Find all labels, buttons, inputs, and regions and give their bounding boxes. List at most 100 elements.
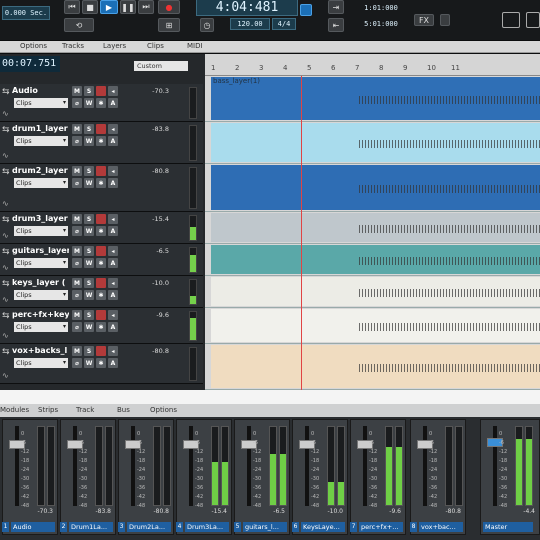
punch-button[interactable] bbox=[300, 4, 312, 16]
phase-button[interactable]: ⌀ bbox=[72, 136, 82, 146]
fx-bypass-icon[interactable]: ✱ bbox=[96, 358, 106, 368]
volume-fader[interactable] bbox=[423, 426, 427, 506]
track-header[interactable]: ⇆ keys_layer ( Clips M S ◂ ⌀ W ✱ A -10.0… bbox=[0, 276, 203, 308]
track-header[interactable]: ⇆ drum1_layer Clips M S ◂ ⌀ W ✱ A -83.8 … bbox=[0, 122, 203, 164]
strip-name[interactable]: Master bbox=[483, 522, 533, 532]
write-button[interactable]: W bbox=[84, 178, 94, 188]
strip-name[interactable]: Drum1La... bbox=[69, 522, 113, 532]
menu-midi[interactable]: MIDI bbox=[187, 42, 203, 50]
track-name[interactable]: drum1_layer bbox=[12, 124, 69, 133]
track-name[interactable]: Audio bbox=[12, 86, 69, 95]
solo-button[interactable]: S bbox=[84, 166, 94, 176]
expand-arrow-icon[interactable]: ⇆ bbox=[2, 87, 10, 97]
mixer-toggle-button[interactable] bbox=[502, 12, 520, 28]
solo-button[interactable]: S bbox=[84, 278, 94, 288]
volume-fader[interactable] bbox=[73, 426, 77, 506]
track-name[interactable]: keys_layer ( bbox=[12, 278, 69, 287]
clips-dropdown[interactable]: Clips bbox=[14, 226, 68, 236]
clips-dropdown[interactable]: Clips bbox=[14, 98, 68, 108]
phase-button[interactable]: ⌀ bbox=[72, 258, 82, 268]
arm-record-button[interactable] bbox=[96, 124, 106, 134]
play-button[interactable]: ▶ bbox=[100, 0, 118, 14]
channel-strip[interactable]: -15.4 Drum3La... 0 -6 -12 -18 -24 -30 -36 -42 -48… bbox=[176, 419, 232, 535]
menu-clips[interactable]: Clips bbox=[147, 42, 164, 50]
position-time-display[interactable]: 00:07.751 bbox=[0, 56, 60, 72]
track-header[interactable]: ⇆ vox+backs_l Clips M S ◂ ⌀ W ✱ A -80.8 … bbox=[0, 344, 203, 384]
clips-timeline[interactable]: 1 2 3 4 5 6 7 8 9 10 11 bass_layer(1) bbox=[205, 54, 540, 390]
write-button[interactable]: W bbox=[84, 226, 94, 236]
automation-read-button[interactable]: A bbox=[108, 322, 118, 332]
solo-button[interactable]: S bbox=[84, 214, 94, 224]
arm-record-button[interactable] bbox=[96, 278, 106, 288]
metronome-icon[interactable]: ◷ bbox=[200, 18, 214, 32]
clips-dropdown[interactable]: Clips bbox=[14, 258, 68, 268]
menu-tracks[interactable]: Tracks bbox=[62, 42, 84, 50]
channel-strip[interactable]: -70.3 Audio 0 -6 -12 -18 -24 -30 -36 -42 -48 1 bbox=[2, 419, 58, 535]
menu-modules[interactable]: Modules bbox=[0, 406, 29, 414]
fx-bypass-icon[interactable]: ✱ bbox=[96, 178, 106, 188]
volume-value[interactable]: -6.5 bbox=[156, 247, 169, 255]
volume-fader[interactable] bbox=[189, 426, 193, 506]
volume-fader[interactable] bbox=[305, 426, 309, 506]
audio-clip[interactable] bbox=[211, 309, 540, 342]
expand-arrow-icon[interactable]: ⇆ bbox=[2, 279, 10, 289]
menu-options[interactable]: Options bbox=[20, 42, 47, 50]
loop-end-display[interactable]: 5:01:000 bbox=[352, 18, 410, 30]
phase-button[interactable]: ⌀ bbox=[72, 98, 82, 108]
expand-arrow-icon[interactable]: ⇆ bbox=[2, 347, 10, 357]
volume-value[interactable]: -15.4 bbox=[152, 215, 169, 223]
tempo-display[interactable]: 120.00 bbox=[230, 18, 270, 30]
solo-button[interactable]: S bbox=[84, 346, 94, 356]
solo-button[interactable]: S bbox=[84, 310, 94, 320]
audio-clip[interactable] bbox=[211, 213, 540, 242]
automation-read-button[interactable]: A bbox=[108, 358, 118, 368]
channel-strip[interactable]: -80.8 Drum2La... 0 -6 -12 -18 -24 -30 -36 -42 -48… bbox=[118, 419, 174, 535]
menu-bus[interactable]: Bus bbox=[117, 406, 130, 414]
track-header[interactable]: ⇆ Audio Clips M S ◂ ⌀ W ✱ A -70.3 ∿ bbox=[0, 84, 203, 122]
mute-button[interactable]: M bbox=[72, 166, 82, 176]
strip-name[interactable]: Drum2La... bbox=[127, 522, 171, 532]
volume-value[interactable]: -83.8 bbox=[152, 125, 169, 133]
track-lane[interactable] bbox=[205, 164, 540, 212]
phase-button[interactable]: ⌀ bbox=[72, 322, 82, 332]
volume-value[interactable]: -70.3 bbox=[152, 87, 169, 95]
track-header[interactable]: ⇆ drum2_layer Clips M S ◂ ⌀ W ✱ A -80.8 … bbox=[0, 164, 203, 212]
fx-bypass-icon[interactable]: ✱ bbox=[96, 258, 106, 268]
track-header[interactable]: ⇆ drum3_layer Clips M S ◂ ⌀ W ✱ A -15.4 … bbox=[0, 212, 203, 244]
channel-strip[interactable]: -83.8 Drum1La... 0 -6 -12 -18 -24 -30 -36 -42 -48… bbox=[60, 419, 116, 535]
punch-toggle-icon[interactable]: ⇤ bbox=[328, 18, 344, 32]
phase-button[interactable]: ⌀ bbox=[72, 290, 82, 300]
track-lane[interactable] bbox=[205, 212, 540, 244]
write-button[interactable]: W bbox=[84, 136, 94, 146]
fx-bypass-icon[interactable]: ✱ bbox=[96, 290, 106, 300]
audio-clip[interactable] bbox=[211, 345, 540, 388]
channel-strip[interactable]: -6.5 guitars_l... 0 -6 -12 -18 -24 -30 -36 -42 -4… bbox=[234, 419, 290, 535]
write-button[interactable]: W bbox=[84, 322, 94, 332]
mute-button[interactable]: M bbox=[72, 346, 82, 356]
mute-button[interactable]: M bbox=[72, 86, 82, 96]
mute-button[interactable]: M bbox=[72, 214, 82, 224]
channel-strip[interactable]: -4.4 Master 0 -6 -12 -18 -24 -30 -36 -42 -48 bbox=[480, 419, 540, 535]
mute-button[interactable]: M bbox=[72, 278, 82, 288]
audio-clip[interactable] bbox=[211, 165, 540, 210]
pause-button[interactable]: ❚❚ bbox=[120, 0, 136, 14]
track-name[interactable]: guitars_layer bbox=[12, 246, 69, 255]
track-lane[interactable]: bass_layer(1) bbox=[205, 76, 540, 122]
write-button[interactable]: W bbox=[84, 358, 94, 368]
track-lane[interactable] bbox=[205, 244, 540, 276]
fx-bypass-icon[interactable]: ✱ bbox=[96, 136, 106, 146]
loop-button[interactable]: ⟲ bbox=[64, 18, 94, 32]
automation-read-button[interactable]: A bbox=[108, 136, 118, 146]
phase-button[interactable]: ⌀ bbox=[72, 226, 82, 236]
volume-fader[interactable] bbox=[247, 426, 251, 506]
strip-name[interactable]: KeysLaye... bbox=[301, 522, 345, 532]
track-name[interactable]: perc+fx+key bbox=[12, 310, 69, 319]
fx-bypass-icon[interactable]: ✱ bbox=[96, 98, 106, 108]
dock-toggle-button[interactable] bbox=[526, 12, 540, 28]
clips-dropdown[interactable]: Clips bbox=[14, 178, 68, 188]
automation-read-button[interactable]: A bbox=[108, 226, 118, 236]
menu-layers[interactable]: Layers bbox=[103, 42, 126, 50]
track-name[interactable]: vox+backs_l bbox=[12, 346, 69, 355]
input-echo-icon[interactable]: ◂ bbox=[108, 86, 118, 96]
strip-name[interactable]: Drum3La... bbox=[185, 522, 229, 532]
